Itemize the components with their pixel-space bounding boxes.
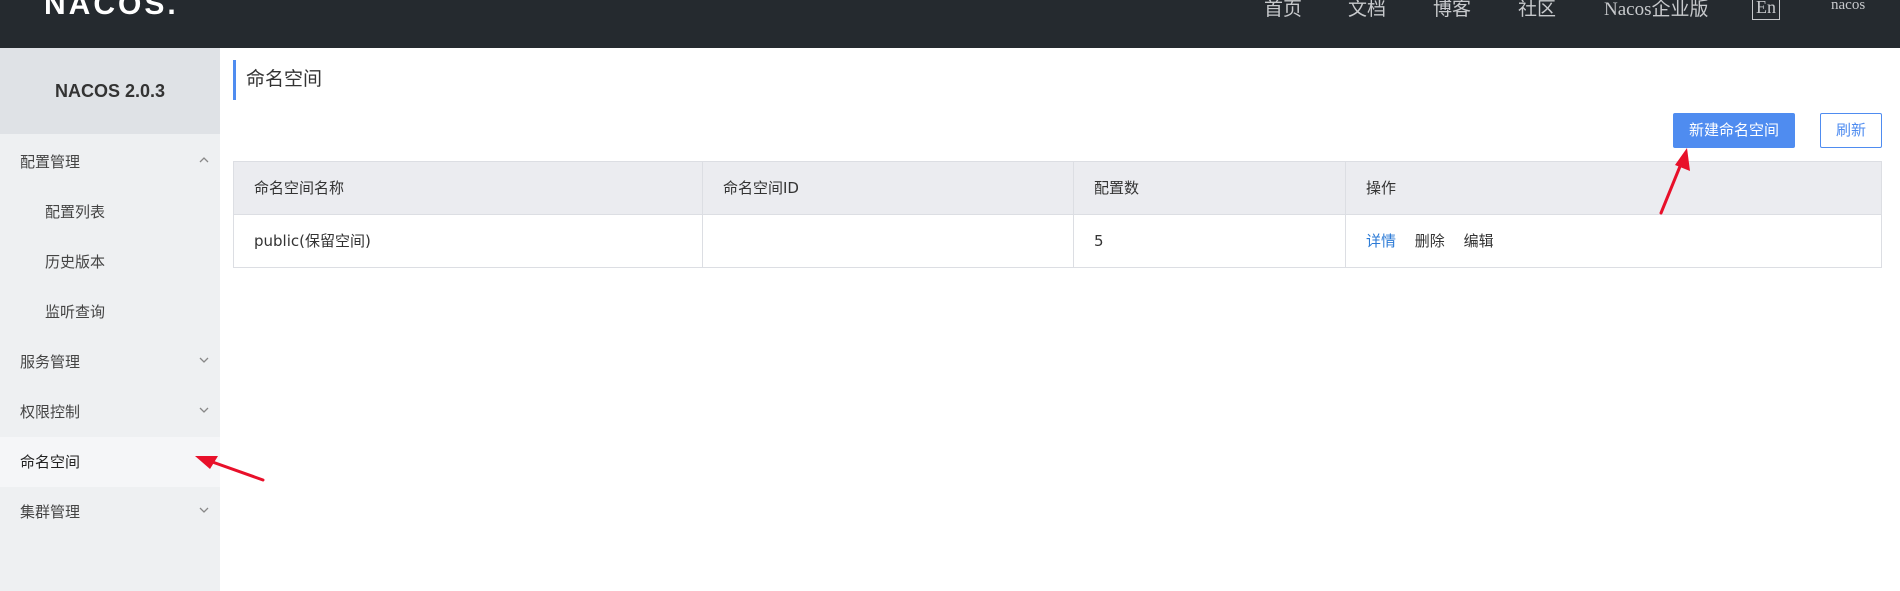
user-name[interactable]: nacos [1831, 0, 1865, 14]
table-row: public(保留空间) 5 详情 删除 编辑 [234, 215, 1881, 267]
refresh-button[interactable]: 刷新 [1820, 113, 1882, 148]
column-header-config-count: 配置数 [1074, 162, 1346, 214]
nav-docs[interactable]: 文档 [1348, 0, 1386, 21]
sidebar-item-config-management[interactable]: 配置管理 [0, 137, 220, 187]
column-header-actions: 操作 [1366, 179, 1397, 197]
sidebar-item-label: 命名空间 [20, 453, 81, 471]
main-content: 命名空间 新建命名空间 刷新 命名空间名称 命名空间ID 配置数 操作 publ… [220, 48, 1900, 591]
sidebar-item-label: 集群管理 [20, 503, 81, 521]
nav-home[interactable]: 首页 [1264, 0, 1302, 21]
sidebar-item-history[interactable]: 历史版本 [0, 237, 220, 287]
chevron-up-icon [198, 137, 210, 187]
column-header-id: 命名空间ID [703, 162, 1074, 214]
column-header-name: 命名空间名称 [234, 162, 703, 214]
cell-namespace-id [703, 215, 1074, 267]
sidebar-item-label: 配置管理 [20, 153, 81, 171]
namespace-table: 命名空间名称 命名空间ID 配置数 操作 public(保留空间) 5 详情 删… [233, 161, 1882, 268]
nav-blog[interactable]: 博客 [1433, 0, 1471, 21]
sidebar-item-cluster-management[interactable]: 集群管理 [0, 487, 220, 537]
nacos-logo[interactable]: NACOS. [44, 0, 179, 22]
sidebar-item-label: 服务管理 [20, 353, 81, 371]
table-header-row: 命名空间名称 命名空间ID 配置数 操作 [234, 162, 1881, 215]
nav-community[interactable]: 社区 [1518, 0, 1556, 21]
language-toggle-button[interactable]: En [1752, 0, 1780, 20]
chevron-down-icon [198, 487, 210, 537]
chevron-down-icon [198, 337, 210, 387]
product-title: NACOS 2.0.3 [0, 48, 220, 134]
cell-config-count: 5 [1074, 215, 1346, 267]
sidebar-item-access-control[interactable]: 权限控制 [0, 387, 220, 437]
edit-link[interactable]: 编辑 [1464, 232, 1494, 250]
sidebar-item-service-management[interactable]: 服务管理 [0, 337, 220, 387]
delete-link[interactable]: 删除 [1415, 232, 1445, 250]
sidebar-item-label: 配置列表 [45, 203, 106, 221]
details-link[interactable]: 详情 [1366, 232, 1396, 250]
cell-actions: 详情 删除 编辑 [1346, 215, 1881, 267]
sidebar-item-config-list[interactable]: 配置列表 [0, 187, 220, 237]
sidebar: NACOS 2.0.3 配置管理 配置列表 历史版本 监听查询 服务管理 权限控… [0, 48, 220, 591]
sidebar-item-label: 监听查询 [45, 303, 106, 321]
nav-enterprise[interactable]: Nacos企业版 [1604, 0, 1708, 21]
cell-namespace-name: public(保留空间) [234, 215, 703, 267]
page-title: 命名空间 [233, 60, 322, 100]
create-namespace-button[interactable]: 新建命名空间 [1673, 113, 1795, 148]
sidebar-item-listener-query[interactable]: 监听查询 [0, 287, 220, 337]
chevron-down-icon [198, 387, 210, 437]
sidebar-item-namespace[interactable]: 命名空间 [0, 437, 220, 487]
sidebar-item-label: 权限控制 [20, 403, 81, 421]
sidebar-item-label: 历史版本 [45, 253, 106, 271]
top-bar: NACOS. 首页 文档 博客 社区 Nacos企业版 En nacos [0, 0, 1900, 48]
